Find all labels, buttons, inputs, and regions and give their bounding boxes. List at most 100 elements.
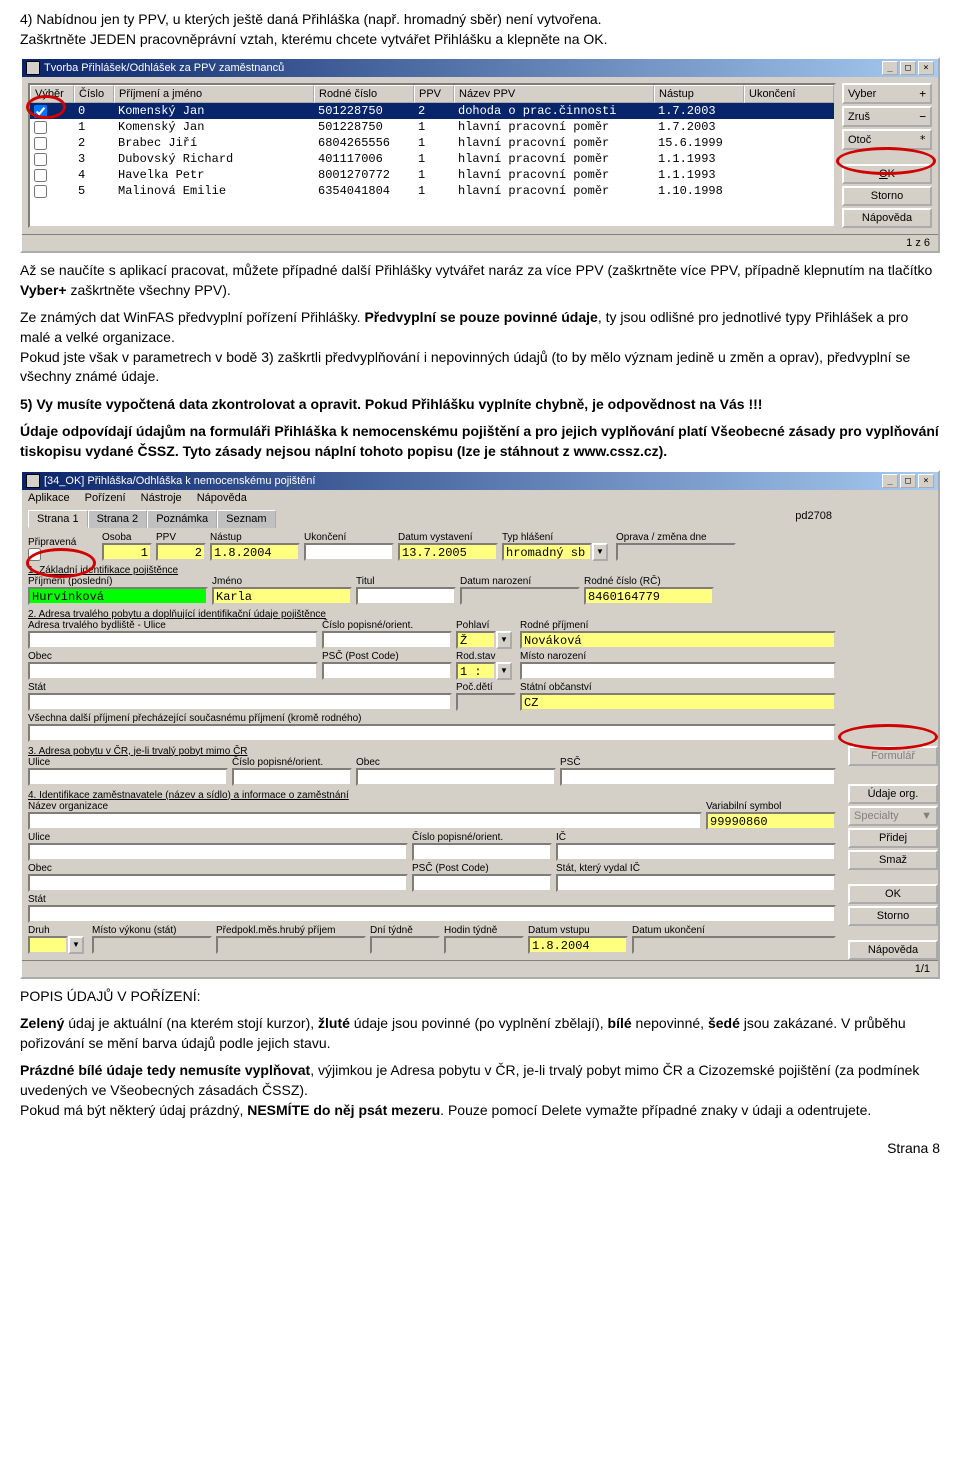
hodin-tydne-field xyxy=(444,936,524,954)
row-checkbox[interactable] xyxy=(34,185,47,198)
sec4-stat-field[interactable] xyxy=(28,905,836,923)
obec-field[interactable] xyxy=(28,662,318,680)
menu-nastroje[interactable]: Nástroje xyxy=(141,492,182,504)
dalsi-prijmeni-field[interactable] xyxy=(28,724,836,742)
paragraph-1: Až se naučíte s aplikací pracovat, můžet… xyxy=(20,261,940,300)
close-button[interactable]: × xyxy=(918,61,934,75)
menubar: Aplikace Pořízení Nástroje Nápověda xyxy=(22,490,938,506)
tab-seznam[interactable]: Seznam xyxy=(217,510,275,528)
pohlavi-combo[interactable]: Ž▼ xyxy=(456,631,516,649)
sec3-obec-field[interactable] xyxy=(356,768,556,786)
page-tabs: Strana 1 Strana 2 Poznámka Seznam xyxy=(22,506,842,528)
otoc-button[interactable]: Otoč* xyxy=(842,129,932,150)
sec4-cislo-field[interactable] xyxy=(412,843,552,861)
menu-napoveda[interactable]: Nápověda xyxy=(197,492,247,504)
table-row[interactable]: 3Dubovský Richard4011170061hlavní pracov… xyxy=(30,151,834,167)
nazev-org-field[interactable] xyxy=(28,812,702,830)
ic-field[interactable] xyxy=(556,843,836,861)
stat-ic-field[interactable] xyxy=(556,874,836,892)
typ-hlaseni-combo[interactable]: hromadný sb▼ xyxy=(502,543,612,561)
rodstav-combo[interactable]: 1 :▼ xyxy=(456,662,516,680)
rodne-prijmeni-field[interactable]: Nováková xyxy=(520,631,836,649)
misto-vykonu-field xyxy=(92,936,212,954)
sec3-cislo-field[interactable] xyxy=(232,768,352,786)
datum-vystaveni-field[interactable]: 13.7.2005 xyxy=(398,543,498,561)
window-prihlaska-odhlaska: [34_OK] Přihláška/Odhláška k nemocenském… xyxy=(20,470,940,979)
napoveda-button[interactable]: Nápověda xyxy=(848,940,938,960)
prijmeni-field[interactable]: Hurvínková xyxy=(28,587,208,605)
smaz-button[interactable]: Smaž xyxy=(848,850,938,870)
statusbar: 1/1 xyxy=(22,960,938,977)
zrus-button[interactable]: Zruš− xyxy=(842,106,932,127)
minimize-button[interactable]: _ xyxy=(882,61,898,75)
paragraph-3: 5) Vy musíte vypočtená data zkontrolovat… xyxy=(20,395,940,415)
table-row[interactable]: 5Malinová Emilie63540418041hlavní pracov… xyxy=(30,183,834,199)
row-checkbox[interactable] xyxy=(34,169,47,182)
storno-button[interactable]: Storno xyxy=(842,186,932,206)
titul-field[interactable] xyxy=(356,587,456,605)
sec3-psc-field[interactable] xyxy=(560,768,836,786)
psc-field[interactable] xyxy=(322,662,452,680)
nastup-field[interactable]: 1.8.2004 xyxy=(210,543,300,561)
oprava-field xyxy=(616,543,736,561)
maximize-button[interactable]: □ xyxy=(900,474,916,488)
formular-button[interactable]: Formulář xyxy=(848,746,938,766)
tab-poznamka[interactable]: Poznámka xyxy=(147,510,217,528)
pripravena-checkbox[interactable] xyxy=(28,548,41,561)
maximize-button[interactable]: □ xyxy=(900,61,916,75)
storno-button[interactable]: Storno xyxy=(848,906,938,926)
section2-title: 2. Adresa trvalého pobytu a doplňující i… xyxy=(28,609,836,620)
druh-combo[interactable]: ▼ xyxy=(28,936,88,954)
section4-title: 4. Identifikace zaměstnavatele (název a … xyxy=(28,790,836,801)
table-row[interactable]: 1Komenský Jan5012287501hlavní pracovní p… xyxy=(30,119,834,135)
sec4-obec-field[interactable] xyxy=(28,874,408,892)
menu-aplikace[interactable]: Aplikace xyxy=(28,492,70,504)
adresa-ulice-field[interactable] xyxy=(28,631,318,649)
ok-button[interactable]: OOKK xyxy=(842,164,932,184)
rodne-cislo-field[interactable]: 8460164779 xyxy=(584,587,714,605)
table-row[interactable]: 0Komenský Jan5012287502dohoda o prac.čin… xyxy=(30,103,834,119)
misto-narozeni-field[interactable] xyxy=(520,662,836,680)
minimize-button[interactable]: _ xyxy=(882,474,898,488)
dni-tydne-field xyxy=(370,936,440,954)
intro-paragraph: 4) Nabídnou jen ty PPV, u kterých ještě … xyxy=(20,10,940,49)
sec4-psc-field[interactable] xyxy=(412,874,552,892)
osoba-field[interactable]: 1 xyxy=(102,543,152,561)
napoveda-button[interactable]: Nápověda xyxy=(842,208,932,228)
paragraph-4: Údaje odpovídají údajům na formuláři Při… xyxy=(20,422,940,461)
app-icon xyxy=(26,61,40,75)
section1-title: 1. Základní identifikace pojištěnce xyxy=(28,565,836,576)
ppv-field[interactable]: 2 xyxy=(156,543,206,561)
row-checkbox[interactable] xyxy=(34,153,47,166)
table-row[interactable]: 4Havelka Petr80012707721hlavní pracovní … xyxy=(30,167,834,183)
datum-ukonceni-field xyxy=(632,936,836,954)
ok-button[interactable]: OK xyxy=(848,884,938,904)
menu-porizeni[interactable]: Pořízení xyxy=(85,492,126,504)
ppv-list[interactable]: Výběr Číslo Příjmení a jméno Rodné číslo… xyxy=(28,83,836,228)
udaje-org-button[interactable]: Údaje org. xyxy=(848,784,938,804)
list-header: Výběr Číslo Příjmení a jméno Rodné číslo… xyxy=(30,85,834,103)
side-button-panel: Formulář Údaje org. Specialty▼ Přidej Sm… xyxy=(848,506,938,960)
close-button[interactable]: × xyxy=(918,474,934,488)
sec4-ulice-field[interactable] xyxy=(28,843,408,861)
app-icon xyxy=(26,474,40,488)
row-checkbox[interactable] xyxy=(34,105,47,118)
vyber-button[interactable]: Vyber+ xyxy=(842,83,932,104)
table-row[interactable]: 2Brabec Jiří68042655561hlavní pracovní p… xyxy=(30,135,834,151)
button-panel: Vyber+ Zruš− Otoč* OOKK Storno Nápověda xyxy=(842,83,932,228)
specialty-button[interactable]: Specialty▼ xyxy=(848,806,938,826)
stat-field[interactable] xyxy=(28,693,452,711)
row-checkbox[interactable] xyxy=(34,121,47,134)
ukonceni-field[interactable] xyxy=(304,543,394,561)
datum-vstupu-field[interactable]: 1.8.2004 xyxy=(528,936,628,954)
outro-paragraph-2: Prázdné bílé údaje tedy nemusíte vyplňov… xyxy=(20,1061,940,1120)
cislo-popisne-field[interactable] xyxy=(322,631,452,649)
jmeno-field[interactable]: Karla xyxy=(212,587,352,605)
tab-strana1[interactable]: Strana 1 xyxy=(28,510,88,528)
row-checkbox[interactable] xyxy=(34,137,47,150)
tab-strana2[interactable]: Strana 2 xyxy=(88,510,148,528)
sec3-ulice-field[interactable] xyxy=(28,768,228,786)
statni-obcanstvi-field[interactable]: CZ xyxy=(520,693,836,711)
pridej-button[interactable]: Přidej xyxy=(848,828,938,848)
varsym-field[interactable]: 99990860 xyxy=(706,812,836,830)
